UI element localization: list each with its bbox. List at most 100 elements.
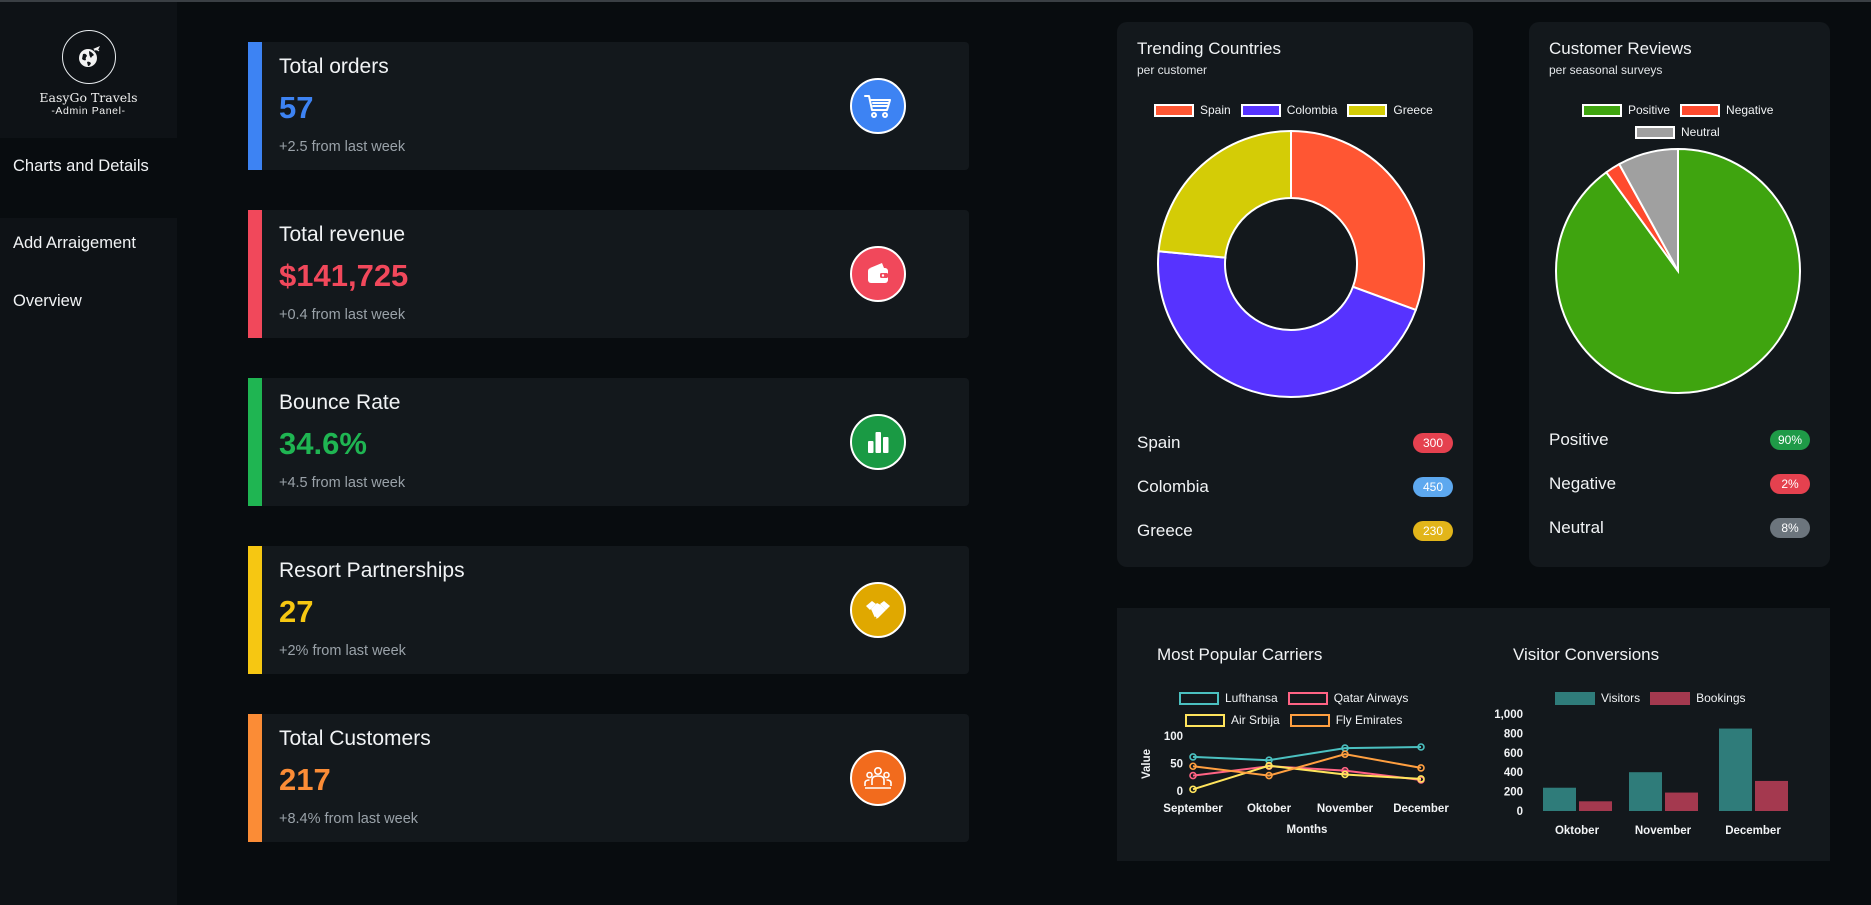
legend-swatch — [1154, 103, 1194, 117]
legend-label: Spain — [1200, 103, 1231, 117]
legend-item[interactable]: Spain — [1154, 103, 1231, 117]
x-tick-label: November — [1317, 803, 1374, 815]
list-item: Neutral 8% — [1549, 518, 1810, 538]
x-tick-label: November — [1635, 825, 1692, 837]
y-tick-label: 1,000 — [1494, 709, 1523, 721]
legend-item[interactable]: Colombia — [1240, 103, 1338, 117]
x-tick-label: Oktober — [1555, 825, 1600, 837]
stat-change: +0.4 from last week — [279, 307, 406, 323]
y-tick-label: 400 — [1504, 767, 1523, 779]
legend-swatch — [1582, 103, 1622, 117]
chart-legend: Positive Negative — [1582, 103, 1783, 117]
bar-bookings[interactable] — [1755, 780, 1788, 811]
accent-bar — [248, 546, 262, 674]
slice-spain[interactable] — [1290, 129, 1425, 312]
stat-value: $141,725 — [279, 258, 409, 293]
list-item: Greece 230 — [1137, 521, 1453, 541]
nav-item-overview[interactable]: Overview — [0, 272, 177, 330]
panel-subtitle: per customer — [1137, 63, 1208, 77]
count-badge: 300 — [1413, 433, 1453, 453]
y-tick-label: 0 — [1177, 786, 1183, 798]
legend-label: Negative — [1726, 103, 1774, 117]
count-badge: 230 — [1413, 521, 1453, 541]
list-item: Colombia 450 — [1137, 477, 1453, 497]
legend-item[interactable]: Neutral — [1635, 125, 1720, 139]
brand-name: EasyGo Travels — [39, 90, 138, 105]
percent-badge: 90% — [1769, 430, 1810, 450]
legend-swatch — [1680, 103, 1721, 117]
series-line — [1192, 764, 1422, 791]
y-tick-label: 100 — [1164, 731, 1183, 743]
bar-chart: 0 200 400 600 800 1,000 Oktober November Decembe… — [1494, 709, 1788, 837]
legend-swatch — [1240, 103, 1281, 117]
stat-card-resort-partnerships: Resort Partnerships 27 +2% from last wee… — [248, 546, 969, 674]
doughnut-chart — [1157, 129, 1425, 398]
nav-item-charts-and-details[interactable]: Charts and Details — [0, 138, 177, 218]
bar-visitors[interactable] — [1543, 787, 1576, 811]
customer-reviews-panel: Customer Reviews per seasonal surveys Po… — [1529, 22, 1830, 567]
accent-bar — [248, 42, 262, 170]
list-item: Positive 90% — [1549, 430, 1810, 450]
row-label: Negative — [1549, 474, 1617, 493]
y-tick-label: 200 — [1504, 787, 1523, 799]
brand-subtitle: -Admin Panel- — [51, 105, 126, 117]
y-tick-label: 0 — [1517, 806, 1523, 818]
sidebar: EasyGo Travels -Admin Panel- Charts and … — [0, 2, 177, 905]
people-icon — [850, 750, 906, 806]
legend-item[interactable]: Negative — [1680, 103, 1773, 117]
x-tick-label: December — [1725, 825, 1781, 837]
y-tick-label: 800 — [1504, 728, 1523, 740]
row-label: Colombia — [1137, 477, 1209, 496]
stat-card-total-customers: Total Customers 217 +8.4% from last week — [248, 714, 969, 842]
row-label: Neutral — [1549, 518, 1604, 537]
stat-change: +2.5 from last week — [279, 139, 406, 155]
chart-legend: Spain Colombia Greece — [1154, 103, 1443, 117]
bar-visitors[interactable] — [1719, 728, 1752, 811]
stat-change: +4.5 from last week — [279, 475, 406, 491]
bottom-charts-panel: Most Popular Carriers Visitor Conversion… — [1117, 608, 1830, 861]
trending-countries-panel: Trending Countries per customer Spain Co… — [1117, 22, 1473, 567]
stat-value: 57 — [279, 90, 314, 125]
legend-item[interactable]: Greece — [1347, 103, 1433, 117]
y-tick-label: 50 — [1170, 759, 1183, 771]
legend-swatch — [1635, 125, 1675, 139]
stat-title: Total revenue — [279, 223, 406, 246]
legend-label: Greece — [1393, 103, 1433, 117]
panel-title: Customer Reviews — [1549, 39, 1692, 58]
panel-subtitle: per seasonal surveys — [1549, 63, 1663, 77]
stat-title: Total orders — [279, 55, 389, 78]
series-line — [1192, 746, 1422, 762]
x-tick-label: September — [1163, 803, 1223, 815]
bar-visitors[interactable] — [1629, 772, 1662, 811]
stat-value: 217 — [279, 762, 331, 797]
nav-item-add-arraigement[interactable]: Add Arraigement — [0, 218, 177, 272]
y-axis-label: Value — [1141, 749, 1153, 779]
legend-label: Positive — [1628, 103, 1671, 117]
stat-value: 34.6% — [279, 426, 367, 461]
list-item: Spain 300 — [1137, 433, 1453, 453]
top-border — [0, 0, 1871, 2]
bar-bookings[interactable] — [1579, 801, 1612, 811]
panel-title: Trending Countries — [1137, 39, 1281, 58]
pie-chart — [1555, 147, 1801, 394]
wallet-icon — [850, 246, 906, 302]
slice-greece[interactable] — [1157, 129, 1292, 259]
x-tick-label: Oktober — [1247, 803, 1292, 815]
legend-label: Colombia — [1286, 103, 1338, 117]
x-axis-label: Months — [1287, 824, 1328, 836]
stat-value: 27 — [279, 594, 314, 629]
legend-item[interactable]: Positive — [1582, 103, 1670, 117]
stat-title: Bounce Rate — [279, 391, 401, 414]
bar-bookings[interactable] — [1665, 792, 1698, 811]
percent-badge: 8% — [1770, 518, 1810, 538]
bar-chart-icon — [850, 414, 906, 470]
chart-legend: Neutral — [1635, 125, 1730, 139]
stat-change: +2% from last week — [279, 643, 406, 659]
list-item: Negative 2% — [1549, 474, 1810, 494]
row-label: Positive — [1549, 430, 1609, 449]
x-tick-label: December — [1393, 803, 1449, 815]
legend-swatch — [1347, 103, 1388, 117]
brand[interactable]: EasyGo Travels -Admin Panel- — [0, 2, 177, 138]
stat-change: +8.4% from last week — [279, 811, 419, 827]
row-label: Greece — [1137, 521, 1193, 540]
